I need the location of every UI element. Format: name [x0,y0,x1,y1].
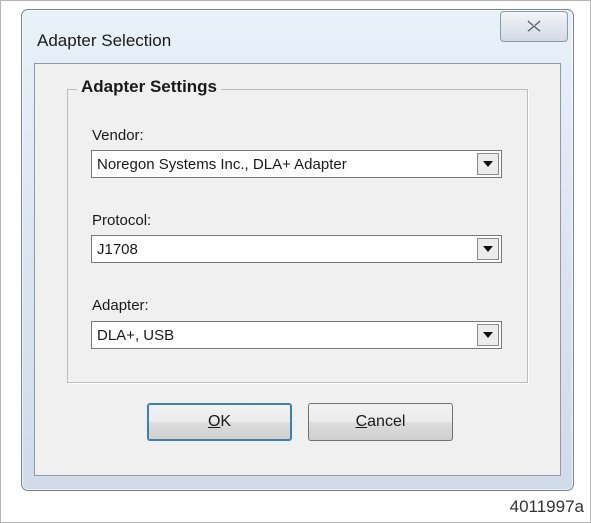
vendor-label: Vendor: [92,127,144,144]
cancel-button[interactable]: Cancel [308,403,453,441]
close-x-icon [527,20,541,32]
figure-frame: Adapter Selection Adapter Settings Vendo… [0,0,591,523]
adapter-dropdown[interactable]: DLA+, USB [91,321,502,349]
protocol-dropdown[interactable]: J1708 [91,235,502,263]
chevron-down-icon [483,161,493,167]
close-button[interactable] [500,11,568,42]
group-title: Adapter Settings [77,77,222,97]
dialog-window: Adapter Selection Adapter Settings Vendo… [21,9,574,491]
vendor-dropdown-button[interactable] [477,153,499,175]
chevron-down-icon [483,332,493,338]
cancel-mnemonic: C [355,413,368,430]
protocol-label: Protocol: [92,212,152,229]
vendor-dropdown[interactable]: Noregon Systems Inc., DLA+ Adapter [91,150,502,178]
adapter-dropdown-button[interactable] [477,324,499,346]
adapter-settings-group: Adapter Settings Vendor: Noregon Systems… [67,77,528,383]
cancel-label-rest: ancel [367,413,406,430]
adapter-label: Adapter: [92,297,149,314]
figure-id: 4011997a [509,497,584,516]
protocol-value: J1708 [97,241,138,258]
dialog-title: Adapter Selection [37,31,172,50]
adapter-value: DLA+, USB [97,327,175,344]
chevron-down-icon [483,246,493,252]
dialog-client-area: Adapter Settings Vendor: Noregon Systems… [34,63,561,476]
ok-label-rest: K [220,413,232,430]
protocol-dropdown-button[interactable] [477,238,499,260]
ok-mnemonic: O [207,413,221,430]
vendor-value: Noregon Systems Inc., DLA+ Adapter [97,156,347,173]
ok-button[interactable]: OK [147,403,292,441]
